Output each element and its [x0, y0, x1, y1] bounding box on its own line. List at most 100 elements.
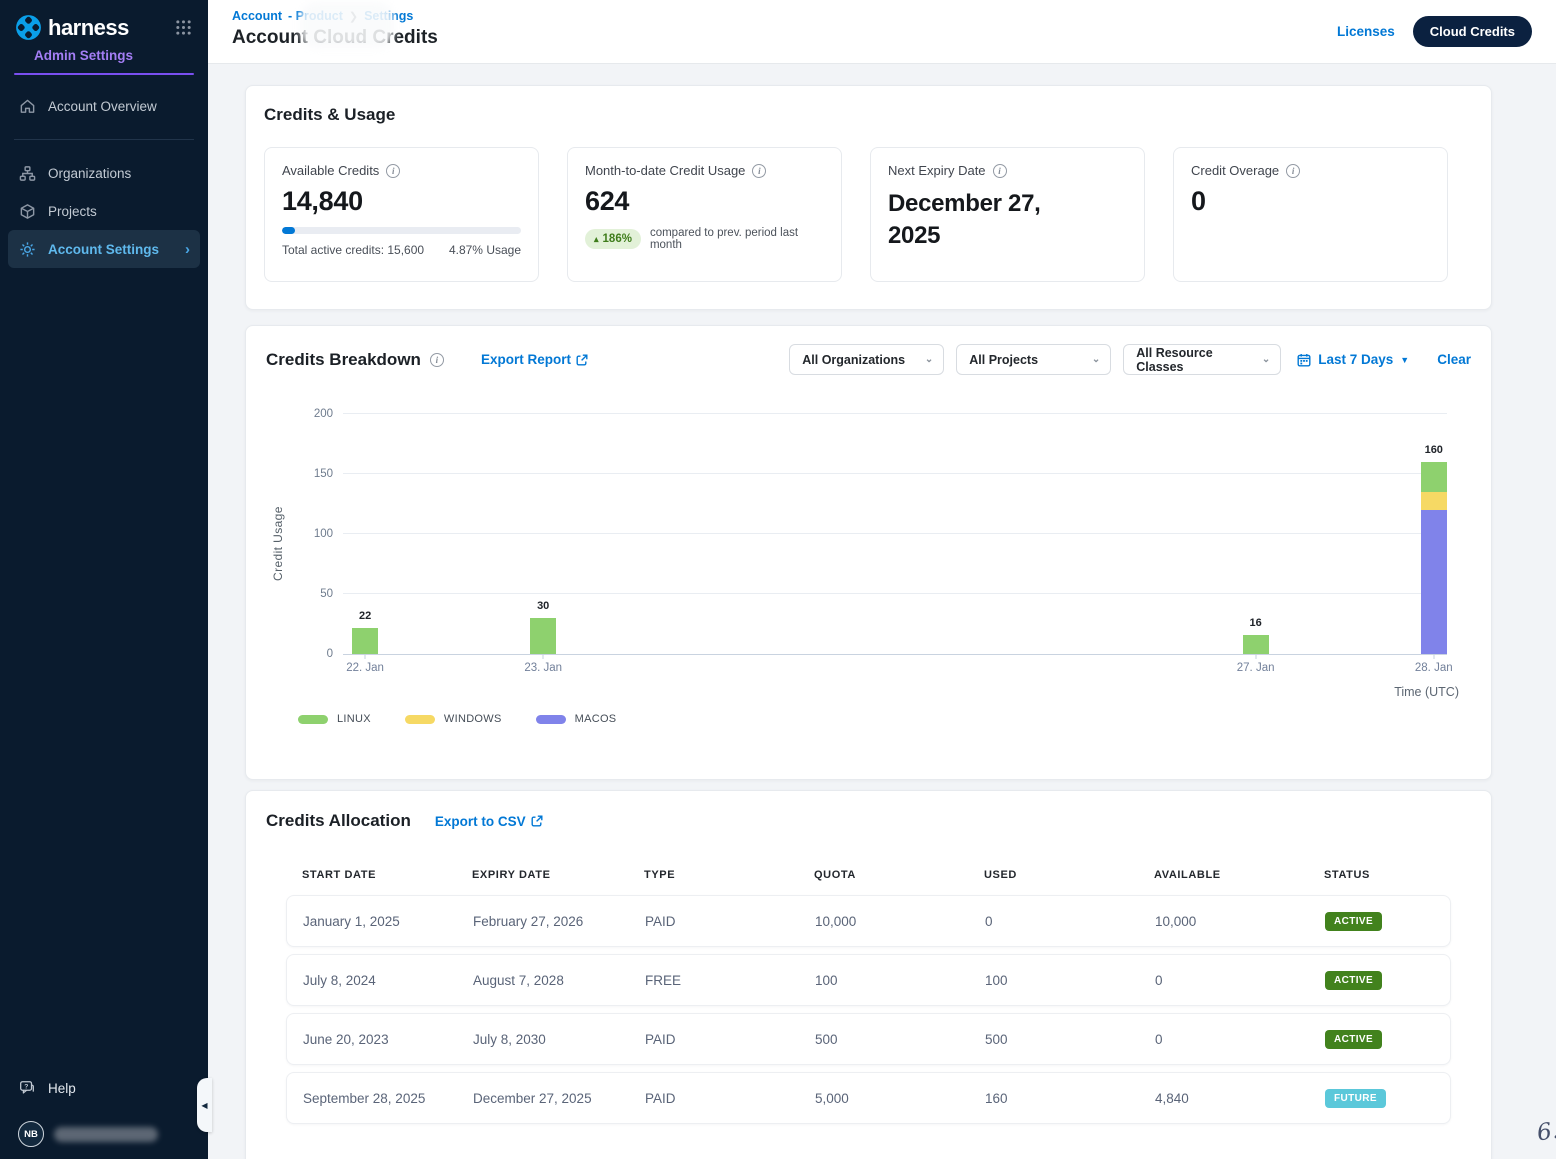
- export-report-link[interactable]: Export Report: [481, 352, 588, 367]
- table-cell: 500: [985, 1032, 1155, 1047]
- credit-overage-card: Credit Overage i 0: [1173, 147, 1448, 282]
- sidebar-item-label: Account Settings: [48, 242, 159, 257]
- gridline: [343, 533, 1447, 534]
- column-header: EXPIRY DATE: [472, 869, 644, 881]
- status-badge: FUTURE: [1325, 1089, 1386, 1108]
- licenses-link[interactable]: Licenses: [1337, 24, 1395, 39]
- up-arrow-icon: ▴: [594, 234, 599, 245]
- table-row[interactable]: September 28, 2025December 27, 2025PAID5…: [286, 1072, 1451, 1124]
- x-tick-label: 22. Jan: [346, 662, 384, 674]
- gridline: [343, 593, 1447, 594]
- y-tick-label: 100: [314, 528, 333, 540]
- module-grid-icon[interactable]: [175, 19, 192, 41]
- resource-classes-select-value: All Resource Classes: [1136, 346, 1262, 374]
- table-cell: July 8, 2024: [303, 973, 473, 988]
- sidebar-item-account-settings[interactable]: Account Settings ›: [8, 230, 200, 268]
- projects-select-value: All Projects: [969, 353, 1038, 367]
- info-icon[interactable]: i: [993, 164, 1007, 178]
- export-csv-label: Export to CSV: [435, 814, 526, 829]
- cloud-credits-button[interactable]: Cloud Credits: [1413, 16, 1532, 47]
- page-header: Account - Product ❯ Settings Account Clo…: [208, 0, 1556, 64]
- table-row[interactable]: July 8, 2024August 7, 2028FREE1001000ACT…: [286, 954, 1451, 1006]
- table-cell: 5,000: [815, 1091, 985, 1106]
- bar-segment-linux: [352, 628, 378, 654]
- table-cell: FREE: [645, 973, 815, 988]
- delta-note: compared to prev. period last month: [650, 227, 824, 251]
- status-badge: ACTIVE: [1325, 971, 1382, 990]
- main-area: Account - Product ❯ Settings Account Clo…: [208, 0, 1556, 1159]
- export-csv-link[interactable]: Export to CSV: [435, 814, 543, 829]
- table-cell: 100: [815, 973, 985, 988]
- legend-item-macos[interactable]: MACOS: [536, 713, 617, 725]
- cube-icon: [18, 202, 36, 220]
- gear-icon: [18, 240, 36, 258]
- bar-value-label: 160: [1425, 444, 1443, 456]
- info-icon[interactable]: i: [752, 164, 766, 178]
- credits-allocation-panel: Credits Allocation Export to CSV START D…: [245, 790, 1492, 1159]
- brand-name: harness: [48, 13, 129, 43]
- chart-bar[interactable]: [1421, 462, 1447, 654]
- bar-value-label: 16: [1250, 617, 1262, 629]
- table-cell: December 27, 2025: [473, 1091, 645, 1106]
- info-icon[interactable]: i: [430, 353, 444, 367]
- sidebar-bottom: ? Help NB: [0, 1069, 208, 1159]
- chart-bar[interactable]: [530, 618, 556, 654]
- status-badge: ACTIVE: [1325, 912, 1382, 931]
- table-cell: PAID: [645, 1091, 815, 1106]
- organizations-select[interactable]: All Organizations ⌄: [789, 344, 944, 375]
- sidebar-item-label: Organizations: [48, 166, 131, 181]
- sidebar-item-label: Account Overview: [48, 99, 157, 114]
- export-report-label: Export Report: [481, 352, 571, 367]
- gridline: [343, 473, 1447, 474]
- resource-classes-select[interactable]: All Resource Classes ⌄: [1123, 344, 1281, 375]
- allocation-header: Credits Allocation Export to CSV: [266, 811, 1471, 831]
- organizations-select-value: All Organizations: [802, 353, 905, 367]
- legend-swatch: [298, 715, 328, 724]
- legend-item-linux[interactable]: LINUX: [298, 713, 371, 725]
- legend-label: WINDOWS: [444, 713, 502, 725]
- y-tick-label: 150: [314, 468, 333, 480]
- table-cell: July 8, 2030: [473, 1032, 645, 1047]
- table-cell: 0: [1155, 973, 1325, 988]
- info-icon[interactable]: i: [386, 164, 400, 178]
- chevron-down-icon: ⌄: [925, 354, 933, 365]
- org-chart-icon: [18, 164, 36, 182]
- sidebar-item-account-overview[interactable]: Account Overview: [0, 87, 208, 125]
- table-row[interactable]: January 1, 2025February 27, 2026PAID10,0…: [286, 895, 1451, 947]
- card-label: Credit Overage: [1191, 163, 1279, 178]
- status-badge: ACTIVE: [1325, 1030, 1382, 1049]
- sidebar-item-organizations[interactable]: Organizations: [0, 154, 208, 192]
- credits-allocation-title: Credits Allocation: [266, 811, 411, 831]
- credits-usage-panel: Credits & Usage Available Credits i 14,8…: [245, 85, 1492, 310]
- date-range-picker[interactable]: Last 7 Days ▼: [1297, 352, 1409, 367]
- clear-filters-link[interactable]: Clear: [1437, 352, 1471, 367]
- column-header: STATUS: [1324, 869, 1435, 881]
- avatar[interactable]: NB: [18, 1121, 44, 1147]
- sidebar-item-label: Projects: [48, 204, 97, 219]
- column-header: TYPE: [644, 869, 814, 881]
- sidebar-collapse-handle[interactable]: ◀: [197, 1078, 212, 1132]
- chart-bar[interactable]: [352, 628, 378, 654]
- credits-usage-title: Credits & Usage: [264, 105, 1473, 125]
- total-active-credits: Total active credits: 15,600: [282, 243, 424, 257]
- user-row[interactable]: NB: [0, 1107, 208, 1157]
- dropdown-arrow-icon: ▼: [1400, 355, 1409, 365]
- sidebar-item-projects[interactable]: Projects: [0, 192, 208, 230]
- table-cell: September 28, 2025: [303, 1091, 473, 1106]
- chart-bar[interactable]: [1243, 635, 1269, 654]
- help-button[interactable]: ? Help: [0, 1069, 208, 1107]
- svg-text:?: ?: [24, 1083, 28, 1090]
- bar-segment-windows: [1421, 492, 1447, 510]
- legend-item-windows[interactable]: WINDOWS: [405, 713, 502, 725]
- column-header: AVAILABLE: [1154, 869, 1324, 881]
- table-row[interactable]: June 20, 2023July 8, 2030PAID5005000ACTI…: [286, 1013, 1451, 1065]
- legend-label: LINUX: [337, 713, 371, 725]
- info-icon[interactable]: i: [1286, 164, 1300, 178]
- projects-select[interactable]: All Projects ⌄: [956, 344, 1111, 375]
- table-cell: PAID: [645, 1032, 815, 1047]
- column-header: QUOTA: [814, 869, 984, 881]
- breakdown-filters: All Organizations ⌄ All Projects ⌄ All R…: [789, 344, 1471, 375]
- breadcrumb-account-link[interactable]: Account: [232, 9, 282, 23]
- credits-progress-fill: [282, 227, 295, 234]
- bar-value-label: 22: [359, 610, 371, 622]
